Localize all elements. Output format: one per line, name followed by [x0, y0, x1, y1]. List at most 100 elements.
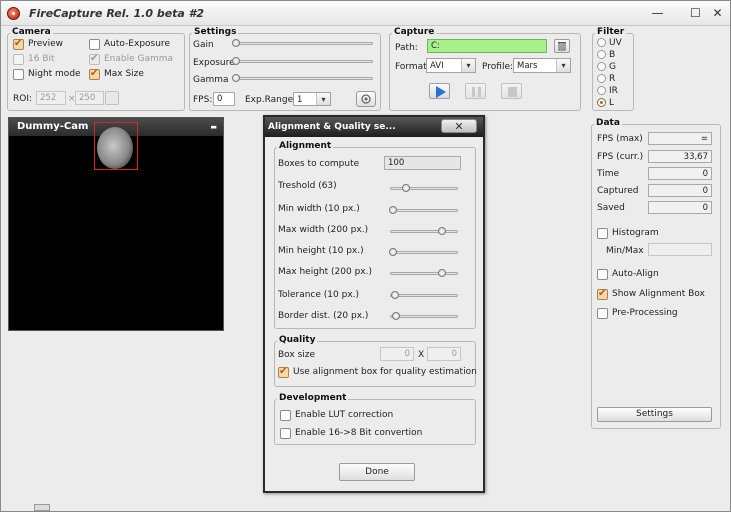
minmax-field[interactable]: [648, 243, 712, 256]
histogram-checkbox[interactable]: [597, 228, 608, 239]
play-button[interactable]: [429, 83, 450, 99]
format-select[interactable]: AVI ▾: [426, 58, 476, 73]
alignment-box: [94, 122, 138, 170]
pre-processing-label: Pre-Processing: [612, 308, 678, 318]
fps-max-value: =: [648, 132, 712, 145]
tolerance-slider-track[interactable]: [390, 294, 458, 297]
night-mode-checkbox[interactable]: [13, 69, 24, 80]
auto-align-checkbox[interactable]: [597, 269, 608, 280]
min-height-label: Min height (10 px.): [278, 246, 364, 256]
development-group-title: Development: [277, 393, 349, 403]
maximize-button[interactable]: ☐: [687, 5, 704, 21]
preview-checkbox[interactable]: [13, 38, 24, 50]
status-thumbnail: [34, 504, 50, 511]
filter-ir-label: IR: [609, 86, 618, 96]
border-dist-slider-track[interactable]: [390, 315, 458, 318]
alignment-group-title: Alignment: [277, 141, 334, 151]
exposure-slider-track[interactable]: [233, 60, 373, 63]
dialog-close-button[interactable]: ✕: [441, 119, 477, 133]
stop-button[interactable]: [501, 83, 522, 99]
max-size-checkbox[interactable]: [89, 68, 100, 80]
filter-radio-uv[interactable]: [597, 38, 606, 47]
path-field[interactable]: C:: [427, 39, 547, 53]
bit-conversion-label: Enable 16->8 Bit convertion: [295, 428, 423, 438]
gamma-slider-knob[interactable]: [232, 74, 240, 82]
show-alignment-box-checkbox[interactable]: [597, 288, 608, 300]
gamma-slider-track[interactable]: [233, 77, 373, 80]
saved-label: Saved: [597, 203, 625, 213]
enable-gamma-checkbox[interactable]: [89, 53, 100, 65]
filter-radio-l[interactable]: [597, 98, 606, 107]
exposure-slider-knob[interactable]: [232, 57, 240, 65]
filter-radio-r[interactable]: [597, 74, 606, 83]
time-label: Time: [597, 169, 620, 179]
exp-range-label: Exp.Range:: [245, 95, 297, 105]
gain-slider-knob[interactable]: [232, 39, 240, 47]
show-alignment-box-label: Show Alignment Box: [612, 289, 705, 299]
roi-width-field[interactable]: 252: [36, 91, 66, 105]
refresh-icon: [361, 94, 371, 104]
use-alignment-box-label: Use alignment box for quality estimation: [293, 367, 477, 377]
night-mode-label: Night mode: [28, 69, 81, 79]
pre-processing-checkbox[interactable]: [597, 308, 608, 319]
max-width-slider-track[interactable]: [390, 230, 458, 233]
filter-radio-ir[interactable]: [597, 86, 606, 95]
boxes-to-compute-field[interactable]: 100: [384, 156, 461, 170]
bit-conversion-checkbox[interactable]: [280, 428, 291, 439]
close-button[interactable]: ✕: [709, 5, 726, 21]
fps-curr-value: 33,67: [648, 150, 712, 163]
tolerance-slider-knob[interactable]: [391, 291, 399, 299]
trash-icon: [558, 42, 566, 51]
data-settings-button[interactable]: Settings: [597, 407, 712, 422]
treshold-slider-track[interactable]: [390, 187, 458, 190]
min-width-label: Min width (10 px.): [278, 204, 360, 214]
filter-group-title: Filter: [595, 27, 627, 37]
filter-radio-b[interactable]: [597, 50, 606, 59]
profile-label: Profile:: [482, 62, 514, 72]
bit16-checkbox[interactable]: [13, 54, 24, 65]
lut-correction-checkbox[interactable]: [280, 410, 291, 421]
exp-range-select[interactable]: 1 ▾: [293, 92, 331, 106]
treshold-slider-knob[interactable]: [402, 184, 410, 192]
pause-button[interactable]: [465, 83, 486, 99]
box-size-label: Box size: [278, 350, 316, 360]
box-height-field[interactable]: 0: [427, 347, 461, 361]
chevron-down-icon: ▾: [556, 59, 570, 72]
quality-group-title: Quality: [277, 335, 318, 345]
filter-r-label: R: [609, 74, 616, 84]
done-button[interactable]: Done: [339, 463, 415, 481]
profile-select[interactable]: Mars ▾: [513, 58, 571, 73]
max-height-slider-track[interactable]: [390, 272, 458, 275]
time-value: 0: [648, 167, 712, 180]
fps-field[interactable]: 0: [213, 92, 235, 106]
pause-icon: [472, 87, 481, 97]
gain-slider-track[interactable]: [233, 42, 373, 45]
auto-align-label: Auto-Align: [612, 269, 659, 279]
use-alignment-box-checkbox[interactable]: [278, 366, 289, 378]
max-width-slider-knob[interactable]: [438, 227, 446, 235]
close-icon: ✕: [454, 120, 464, 133]
max-height-slider-knob[interactable]: [438, 269, 446, 277]
box-width-field[interactable]: 0: [380, 347, 414, 361]
border-dist-slider-knob[interactable]: [392, 312, 400, 320]
reset-settings-button[interactable]: [356, 91, 376, 107]
min-height-slider-track[interactable]: [390, 251, 458, 254]
roi-apply-button[interactable]: [105, 91, 119, 105]
filter-radio-g[interactable]: [597, 62, 606, 71]
captured-value: 0: [648, 184, 712, 197]
minimize-button[interactable]: —: [649, 5, 666, 21]
min-height-slider-knob[interactable]: [389, 248, 397, 256]
dialog-titlebar[interactable]: Alignment & Quality se... ✕: [265, 117, 483, 137]
min-width-slider-knob[interactable]: [389, 206, 397, 214]
delete-path-button[interactable]: [554, 39, 570, 53]
camera-minimize-button[interactable]: ▬: [210, 118, 217, 136]
roi-height-field[interactable]: 250: [75, 91, 104, 105]
play-icon: [436, 86, 446, 98]
settings-group-title: Settings: [192, 27, 239, 37]
max-size-label: Max Size: [104, 69, 144, 79]
fps-max-label: FPS (max): [597, 134, 643, 144]
format-label: Format:: [395, 62, 430, 72]
dialog-title: Alignment & Quality se...: [268, 122, 396, 132]
min-width-slider-track[interactable]: [390, 209, 458, 212]
auto-exposure-checkbox[interactable]: [89, 39, 100, 50]
